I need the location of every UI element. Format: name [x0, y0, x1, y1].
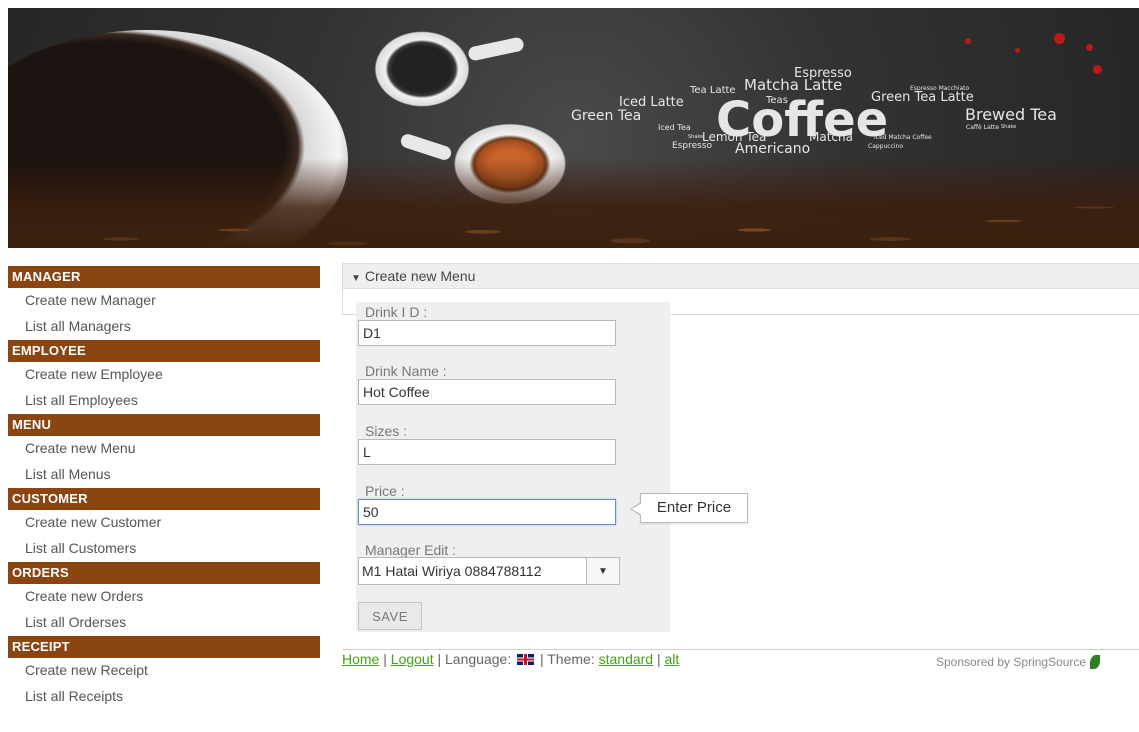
sidebar-link-create-manager[interactable]: Create new Manager [8, 288, 320, 314]
theme-label: | Theme: [536, 651, 599, 667]
sidebar-menu: MANAGER Create new Manager List all Mana… [8, 266, 320, 710]
banner-word: Caffè Latte [966, 124, 1000, 131]
sidebar-link-list-customers[interactable]: List all Customers [8, 536, 320, 562]
springsource-leaf-icon[interactable] [1090, 655, 1101, 669]
banner-word: Iced Tea [658, 123, 691, 132]
price-input[interactable] [358, 499, 616, 525]
sponsor-text: Sponsored by SpringSource [936, 655, 1087, 669]
sidebar-link-create-employee[interactable]: Create new Employee [8, 362, 320, 388]
triangle-down-icon: ▼ [351, 273, 361, 284]
caret-down-icon[interactable]: ▼ [586, 558, 619, 584]
uk-flag-icon[interactable] [517, 654, 535, 665]
decor-dot [1015, 48, 1020, 53]
sidebar-link-create-receipt[interactable]: Create new Receipt [8, 658, 320, 684]
footer-separator: | [653, 651, 665, 667]
espresso-cup-image [368, 26, 476, 112]
sidebar-link-list-receipts[interactable]: List all Receipts [8, 684, 320, 710]
sidebar-link-create-orders[interactable]: Create new Orders [8, 584, 320, 610]
create-menu-form: Drink I D : Drink Name : Sizes : Price :… [356, 302, 670, 632]
footer-separator: | [379, 651, 391, 667]
footer-links: Home | Logout | Language: | Theme: stand… [342, 651, 679, 667]
sponsor-credit: Sponsored by SpringSource [936, 655, 1101, 669]
coffee-beans-image [8, 158, 1139, 248]
home-link[interactable]: Home [342, 651, 379, 667]
price-tooltip: Enter Price [630, 493, 748, 523]
sidebar-link-list-menus[interactable]: List all Menus [8, 462, 320, 488]
theme-standard-link[interactable]: standard [599, 651, 653, 667]
save-button[interactable]: SAVE [358, 602, 422, 630]
banner-word: Shake [1001, 124, 1017, 130]
banner-word: Iced Matcha Coffee [874, 134, 932, 141]
banner-word: Americano [735, 141, 811, 157]
banner-word: Cappuccino [868, 143, 904, 150]
sidebar-section-menu: MENU [8, 414, 320, 436]
drink-id-label: Drink I D : [365, 304, 428, 320]
drink-name-label: Drink Name : [365, 363, 447, 379]
footer-divider [342, 649, 1139, 650]
create-menu-panel-header[interactable]: ▼ Create new Menu [342, 263, 1139, 289]
banner-word: Brewed Tea [965, 105, 1057, 124]
banner-word: Espresso [672, 141, 713, 151]
banner-word: Matcha [809, 130, 853, 144]
sidebar-link-create-menu[interactable]: Create new Menu [8, 436, 320, 462]
sidebar-section-employee: EMPLOYEE [8, 340, 320, 362]
sidebar-link-list-managers[interactable]: List all Managers [8, 314, 320, 340]
sidebar-section-receipt: RECEIPT [8, 636, 320, 658]
sidebar-section-manager: MANAGER [8, 266, 320, 288]
drink-name-input[interactable] [358, 379, 616, 405]
drink-id-input[interactable] [358, 320, 616, 346]
decor-dot [1054, 33, 1065, 44]
header-banner: Espresso Tea Latte Matcha Latte Espresso… [8, 8, 1139, 248]
manager-edit-label: Manager Edit : [365, 542, 457, 558]
decor-dot [965, 38, 971, 44]
sizes-label: Sizes : [365, 423, 408, 439]
sidebar-link-create-customer[interactable]: Create new Customer [8, 510, 320, 536]
price-label: Price : [365, 483, 405, 499]
sidebar-link-list-orders[interactable]: List all Orderses [8, 610, 320, 636]
sizes-input[interactable] [358, 439, 616, 465]
sidebar-link-list-employees[interactable]: List all Employees [8, 388, 320, 414]
language-label: | Language: [433, 651, 516, 667]
panel-title: Create new Menu [364, 268, 476, 284]
decor-dot [1086, 44, 1093, 51]
banner-word: Green Tea [571, 108, 642, 124]
decor-dot [1093, 65, 1102, 74]
manager-edit-selected-value: M1 Hatai Wiriya 0884788112 [362, 563, 542, 579]
banner-word: Shake [688, 134, 704, 140]
manager-edit-select[interactable]: M1 Hatai Wiriya 0884788112 ▼ [358, 557, 620, 585]
sidebar-section-orders: ORDERS [8, 562, 320, 584]
sidebar-section-customer: CUSTOMER [8, 488, 320, 510]
logout-link[interactable]: Logout [391, 651, 434, 667]
theme-alt-link[interactable]: alt [665, 651, 680, 667]
